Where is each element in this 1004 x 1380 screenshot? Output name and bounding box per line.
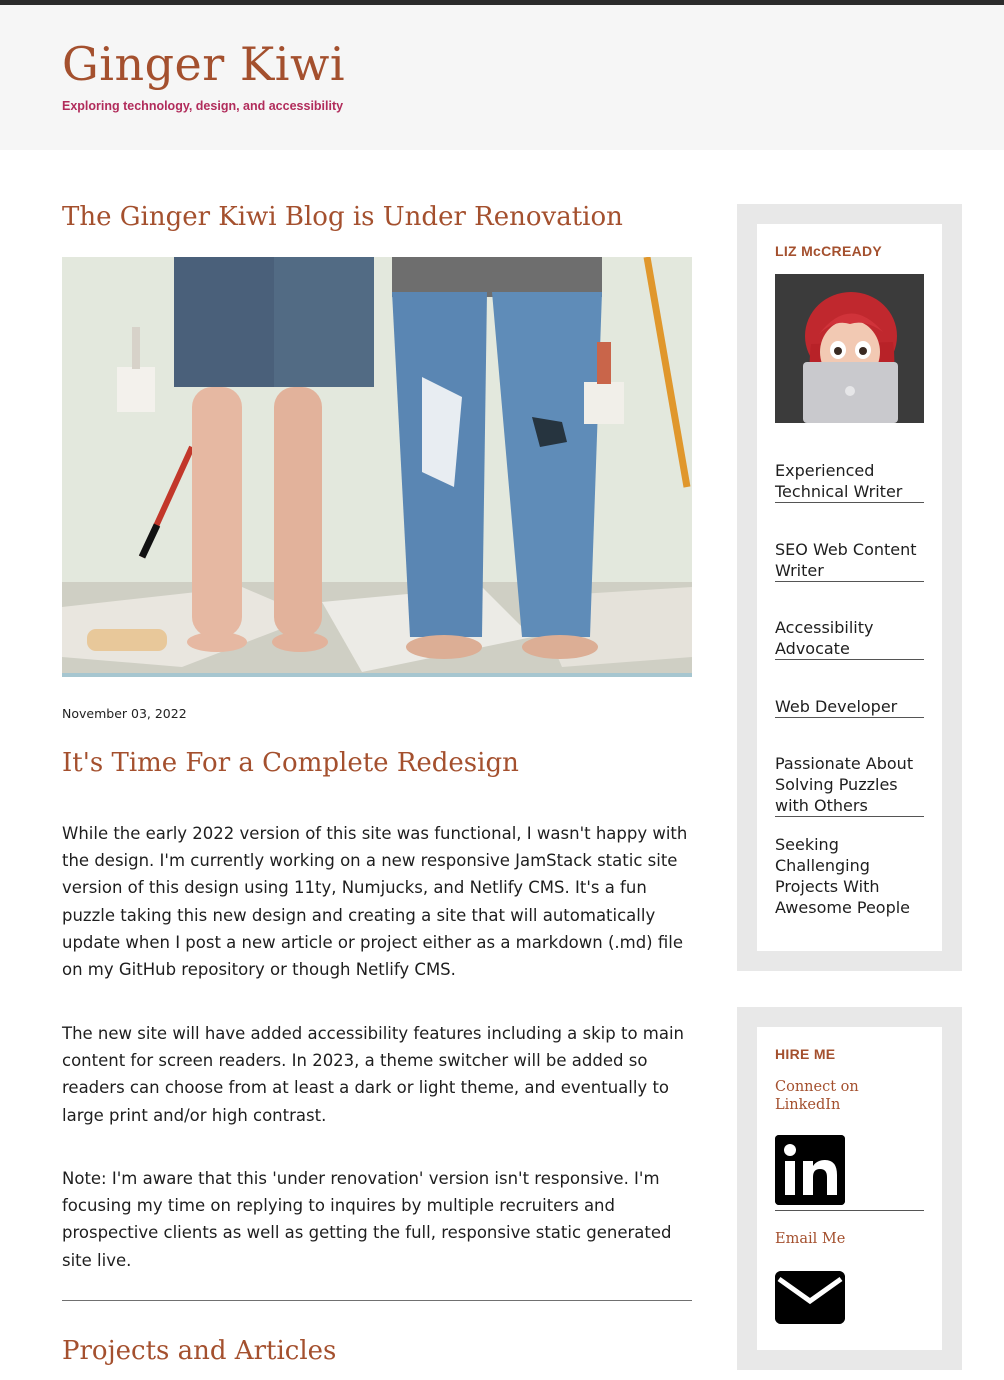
email-link[interactable]: Email Me <box>775 1230 845 1248</box>
avatar-illustration <box>775 274 924 423</box>
site-header: Ginger Kiwi Exploring technology, design… <box>0 5 1004 150</box>
linkedin-glyph <box>775 1135 845 1205</box>
post-paragraph: While the early 2022 version of this sit… <box>62 824 688 980</box>
hero-illustration <box>62 257 692 677</box>
skill-item: Passionate About Solving Puzzles with Ot… <box>775 753 924 817</box>
post-paragraph: Note: I'm aware that this 'under renovat… <box>62 1169 672 1270</box>
hire-heading: HIRE ME <box>775 1046 836 1062</box>
profile-box: LIZ McCREADY Experienced Technical Write… <box>737 204 962 971</box>
post-date: November 03, 2022 <box>62 706 187 721</box>
skill-item: Experienced Technical Writer <box>775 460 924 503</box>
hero-image <box>62 257 692 677</box>
hire-box: HIRE ME Connect on LinkedIn Email Me <box>737 1007 962 1370</box>
projects-title: Projects and Articles <box>62 1336 337 1366</box>
skill-item: Seeking Challenging Projects With Awesom… <box>775 835 911 917</box>
post-title: The Ginger Kiwi Blog is Under Renovation <box>62 202 623 232</box>
skill-item: Web Developer <box>775 696 924 718</box>
envelope-glyph <box>775 1271 845 1324</box>
linkedin-link[interactable]: Connect on LinkedIn <box>775 1078 895 1114</box>
post-paragraph: The new site will have added accessibili… <box>62 1024 685 1125</box>
section-divider <box>62 1300 692 1301</box>
linkedin-icon[interactable] <box>775 1135 845 1205</box>
skill-item: Accessibility Advocate <box>775 617 924 660</box>
skill-item: SEO Web Content Writer <box>775 539 924 582</box>
avatar <box>775 274 924 423</box>
hire-divider <box>775 1210 924 1211</box>
section-title: It's Time For a Complete Redesign <box>62 748 519 778</box>
envelope-icon[interactable] <box>775 1271 845 1324</box>
hire-card: HIRE ME Connect on LinkedIn Email Me <box>757 1027 942 1350</box>
profile-card: LIZ McCREADY Experienced Technical Write… <box>757 224 942 951</box>
profile-name: LIZ McCREADY <box>775 243 883 259</box>
site-tagline: Exploring technology, design, and access… <box>62 99 344 113</box>
site-title[interactable]: Ginger Kiwi <box>62 37 345 91</box>
